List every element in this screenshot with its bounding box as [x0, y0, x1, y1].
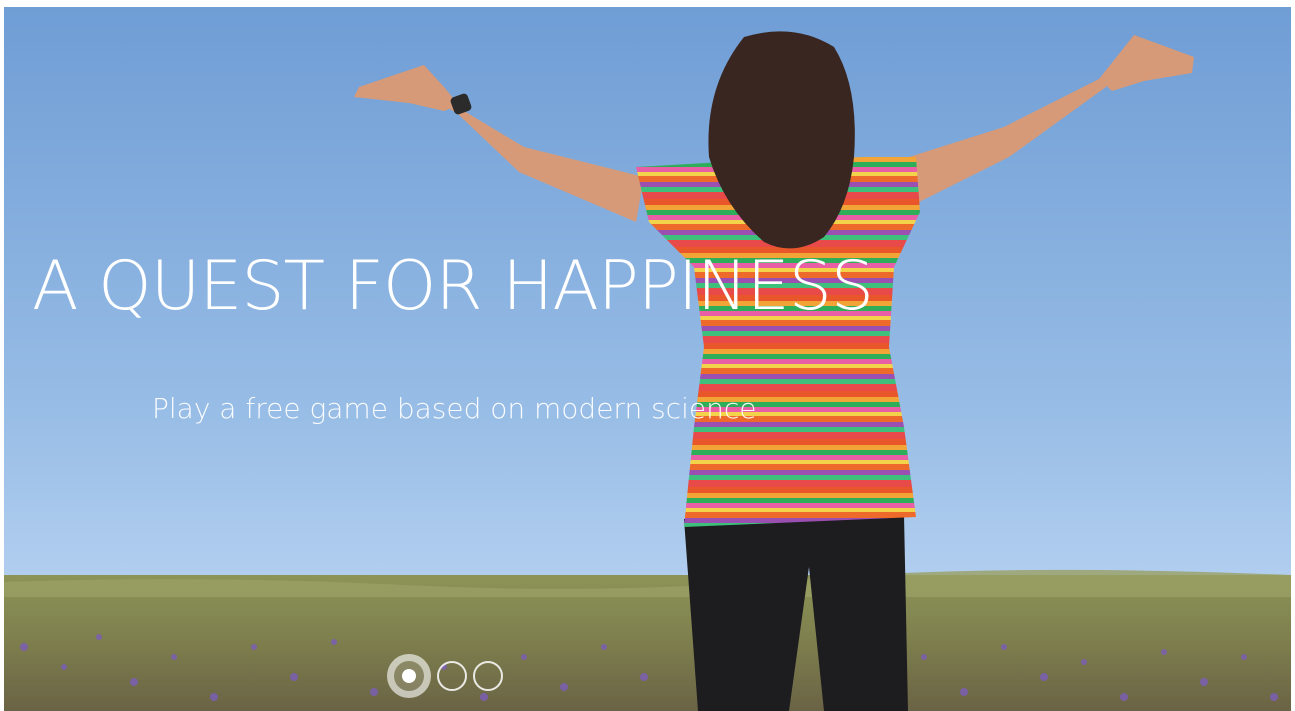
hero-slide: A QUEST FOR HAPPINESS Play a free game b… [4, 7, 1291, 711]
carousel-pagination [387, 654, 503, 698]
carousel-dot-2[interactable] [437, 661, 467, 691]
hero-slider: A QUEST FOR HAPPINESS Play a free game b… [0, 0, 1295, 711]
hero-title: A QUEST FOR HAPPINESS [32, 247, 874, 326]
carousel-dot-1[interactable] [387, 654, 431, 698]
hero-image [4, 7, 1291, 711]
carousel-dot-3[interactable] [473, 661, 503, 691]
hero-subtitle: Play a free game based on modern science [152, 392, 757, 425]
